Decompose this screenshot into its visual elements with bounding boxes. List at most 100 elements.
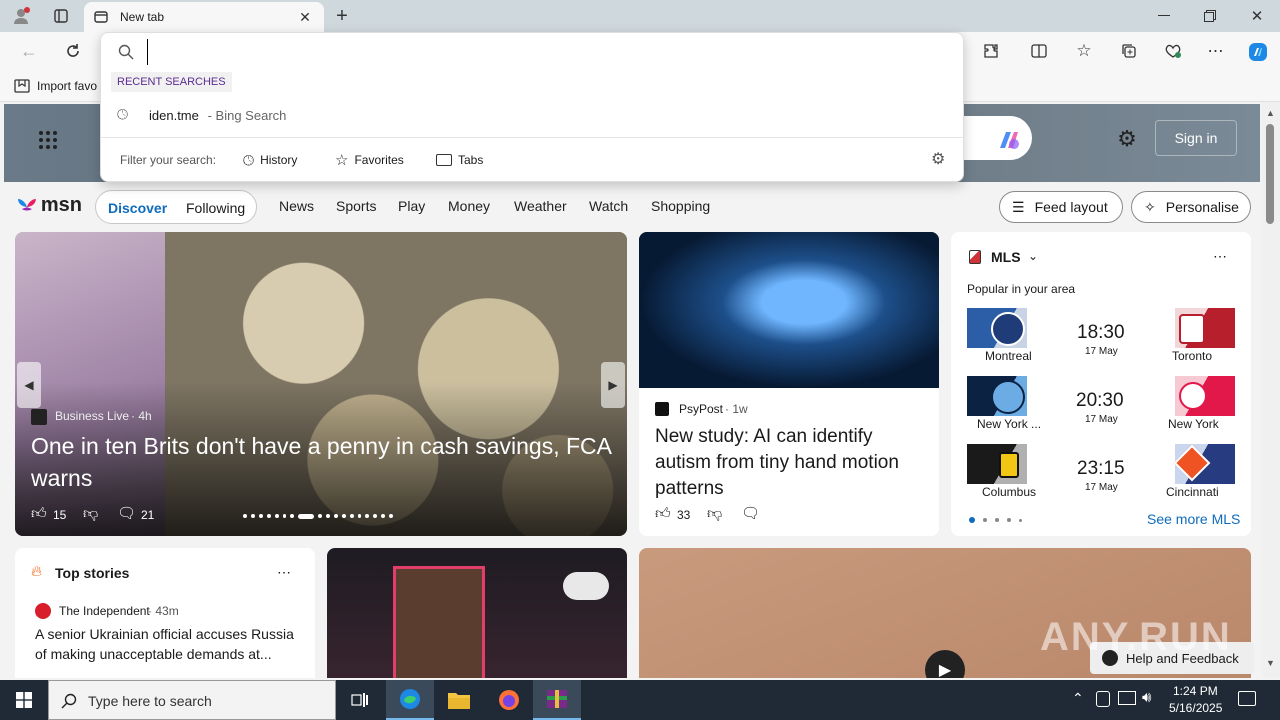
notifications-icon[interactable] [1238, 691, 1256, 706]
profile-icon[interactable] [10, 6, 32, 26]
more-options-icon[interactable]: ⋯ [1205, 40, 1227, 62]
game-away-team: Toronto [1172, 349, 1213, 363]
dislike-icon[interactable]: 👎︎ [707, 505, 722, 523]
sign-in-label: Sign in [1174, 130, 1218, 146]
montreal-crest-icon [991, 312, 1025, 346]
recent-search-item[interactable]: 🕓︎ iden.tme - Bing Search [101, 103, 963, 129]
windows-start-icon[interactable] [0, 680, 48, 720]
top-stories-more-icon[interactable]: ⋯ [277, 564, 291, 581]
msn-page: ⚙ Sign in msn Discover Following News Sp… [0, 102, 1262, 678]
taskbar-time[interactable]: 1:24 PM [1173, 684, 1218, 698]
close-tab-icon[interactable]: ✕ [298, 9, 312, 25]
nav-news[interactable]: News [279, 198, 314, 214]
tray-chevron-icon[interactable]: ⌃ [1072, 690, 1084, 707]
nav-shopping[interactable]: Shopping [651, 198, 710, 214]
search-settings-gear-icon[interactable]: ⚙ [931, 149, 945, 169]
favorites-star-icon[interactable]: ☆ [1073, 40, 1095, 62]
msn-logo[interactable]: msn [16, 190, 82, 220]
game-away-team: Cincinnati [1166, 485, 1219, 499]
mls-subtitle: Popular in your area [967, 282, 1076, 296]
address-input[interactable] [147, 39, 947, 65]
volume-icon[interactable]: 🔊︎ [1142, 689, 1151, 706]
tab-following[interactable]: Following [186, 200, 245, 216]
feed-layout-icon: ☰ [1012, 198, 1025, 215]
mls-page-dots[interactable] [969, 517, 1022, 523]
file-explorer-icon[interactable] [435, 680, 483, 720]
scroll-up-icon[interactable]: ▲ [1266, 108, 1275, 118]
game-row[interactable]: Columbus 23:15 17 May Cincinnati [967, 444, 1235, 504]
settings-gear-icon[interactable]: ⚙ [1114, 126, 1140, 152]
carousel-prev-button[interactable]: ◀ [17, 362, 41, 408]
dislike-icon[interactable]: 👎︎ [83, 505, 98, 523]
tray-device-icon[interactable] [1096, 691, 1110, 707]
copilot-search-icon[interactable] [992, 124, 1026, 158]
scroll-down-icon[interactable]: ▼ [1266, 658, 1275, 668]
nav-play[interactable]: Play [398, 198, 425, 214]
see-more-mls-link[interactable]: See more MLS [1147, 511, 1240, 527]
restore-button[interactable] [1196, 6, 1224, 26]
mls-title[interactable]: MLS [991, 249, 1021, 265]
filter-history-button[interactable]: 🕓︎ History [243, 149, 297, 171]
top-stories-card: 🔥︎ Top stories ⋯ The Independent · 43m A… [15, 548, 315, 678]
title-bar: New tab ✕ + ✕ [0, 0, 1280, 32]
carousel-dots[interactable] [243, 512, 394, 520]
address-bar-dropdown: RECENT SEARCHES 🕓︎ iden.tme - Bing Searc… [100, 32, 964, 182]
side-headline[interactable]: New study: AI can identify autism from t… [655, 424, 925, 502]
minimize-button[interactable] [1150, 6, 1178, 26]
collections-icon[interactable] [1118, 40, 1140, 62]
scroll-thumb[interactable] [1266, 124, 1274, 224]
chevron-down-icon[interactable]: ⌄ [1028, 249, 1038, 263]
camera-story-card[interactable] [327, 548, 627, 678]
personalise-icon: ✧ [1144, 198, 1156, 215]
game-row[interactable]: Montreal 18:30 17 May Toronto [967, 308, 1235, 368]
split-screen-icon[interactable] [1028, 40, 1050, 62]
tab-discover[interactable]: Discover [108, 200, 167, 216]
filter-tabs-label: Tabs [458, 153, 484, 167]
extensions-icon[interactable] [980, 40, 1002, 62]
firefox-icon[interactable] [485, 680, 533, 720]
network-icon[interactable] [1118, 691, 1136, 705]
top-story-source: The Independent [59, 604, 150, 618]
play-icon[interactable]: ▶ [925, 650, 965, 678]
task-view-icon[interactable] [336, 680, 384, 720]
taskbar-date[interactable]: 5/16/2025 [1169, 701, 1222, 715]
filter-tabs-button[interactable]: Tabs [436, 149, 483, 171]
refresh-icon[interactable] [62, 40, 84, 62]
tab-actions-icon[interactable] [50, 6, 72, 26]
game-row[interactable]: New York ... 20:30 17 May New York [967, 376, 1235, 436]
sign-in-button[interactable]: Sign in [1155, 120, 1237, 156]
nav-watch[interactable]: Watch [589, 198, 628, 214]
comment-icon[interactable]: 🗨︎ [117, 504, 136, 522]
hero-headline[interactable]: One in ten Brits don't have a penny in c… [31, 430, 611, 494]
copilot-icon[interactable] [1246, 40, 1270, 64]
hero-story-card[interactable]: ◀ ▶ Business Live · 4h One in ten Brits … [15, 232, 627, 536]
back-arrow-icon[interactable]: ← [18, 40, 40, 62]
top-story-headline[interactable]: A senior Ukrainian official accuses Russ… [35, 624, 303, 664]
browser-essentials-icon[interactable] [1162, 40, 1184, 62]
tab-new-tab[interactable]: New tab ✕ [84, 2, 324, 32]
psypost-logo-icon [655, 402, 669, 416]
game-date: 17 May [1085, 482, 1118, 493]
nav-money[interactable]: Money [448, 198, 490, 214]
winrar-icon[interactable] [533, 680, 581, 720]
page-scrollbar[interactable]: ▲ ▼ [1262, 102, 1280, 678]
side-story-card[interactable]: PsyPost · 1w New study: AI can identify … [639, 232, 939, 536]
taskbar-search-box[interactable]: Type here to search [48, 680, 336, 720]
close-window-button[interactable]: ✕ [1243, 6, 1271, 26]
nav-sports[interactable]: Sports [336, 198, 376, 214]
apps-grid-icon[interactable] [36, 128, 60, 152]
filter-label: Filter your search: [120, 153, 217, 167]
comment-icon[interactable]: 🗨︎ [741, 504, 760, 522]
like-icon[interactable]: 👍︎ [31, 505, 47, 523]
import-favorites-link[interactable]: Import favo [37, 79, 97, 93]
personalise-button[interactable]: ✧ Personalise [1131, 191, 1251, 223]
like-icon[interactable]: 👍︎ [655, 505, 671, 523]
filter-favorites-button[interactable]: ☆ Favorites [335, 149, 404, 171]
brain-image [639, 232, 939, 388]
new-tab-button[interactable]: + [332, 5, 352, 27]
mls-more-icon[interactable]: ⋯ [1213, 248, 1227, 265]
nav-weather[interactable]: Weather [514, 198, 567, 214]
feed-layout-button[interactable]: ☰ Feed layout [999, 191, 1123, 223]
edge-taskbar-icon[interactable] [386, 680, 434, 720]
carousel-next-button[interactable]: ▶ [601, 362, 625, 408]
